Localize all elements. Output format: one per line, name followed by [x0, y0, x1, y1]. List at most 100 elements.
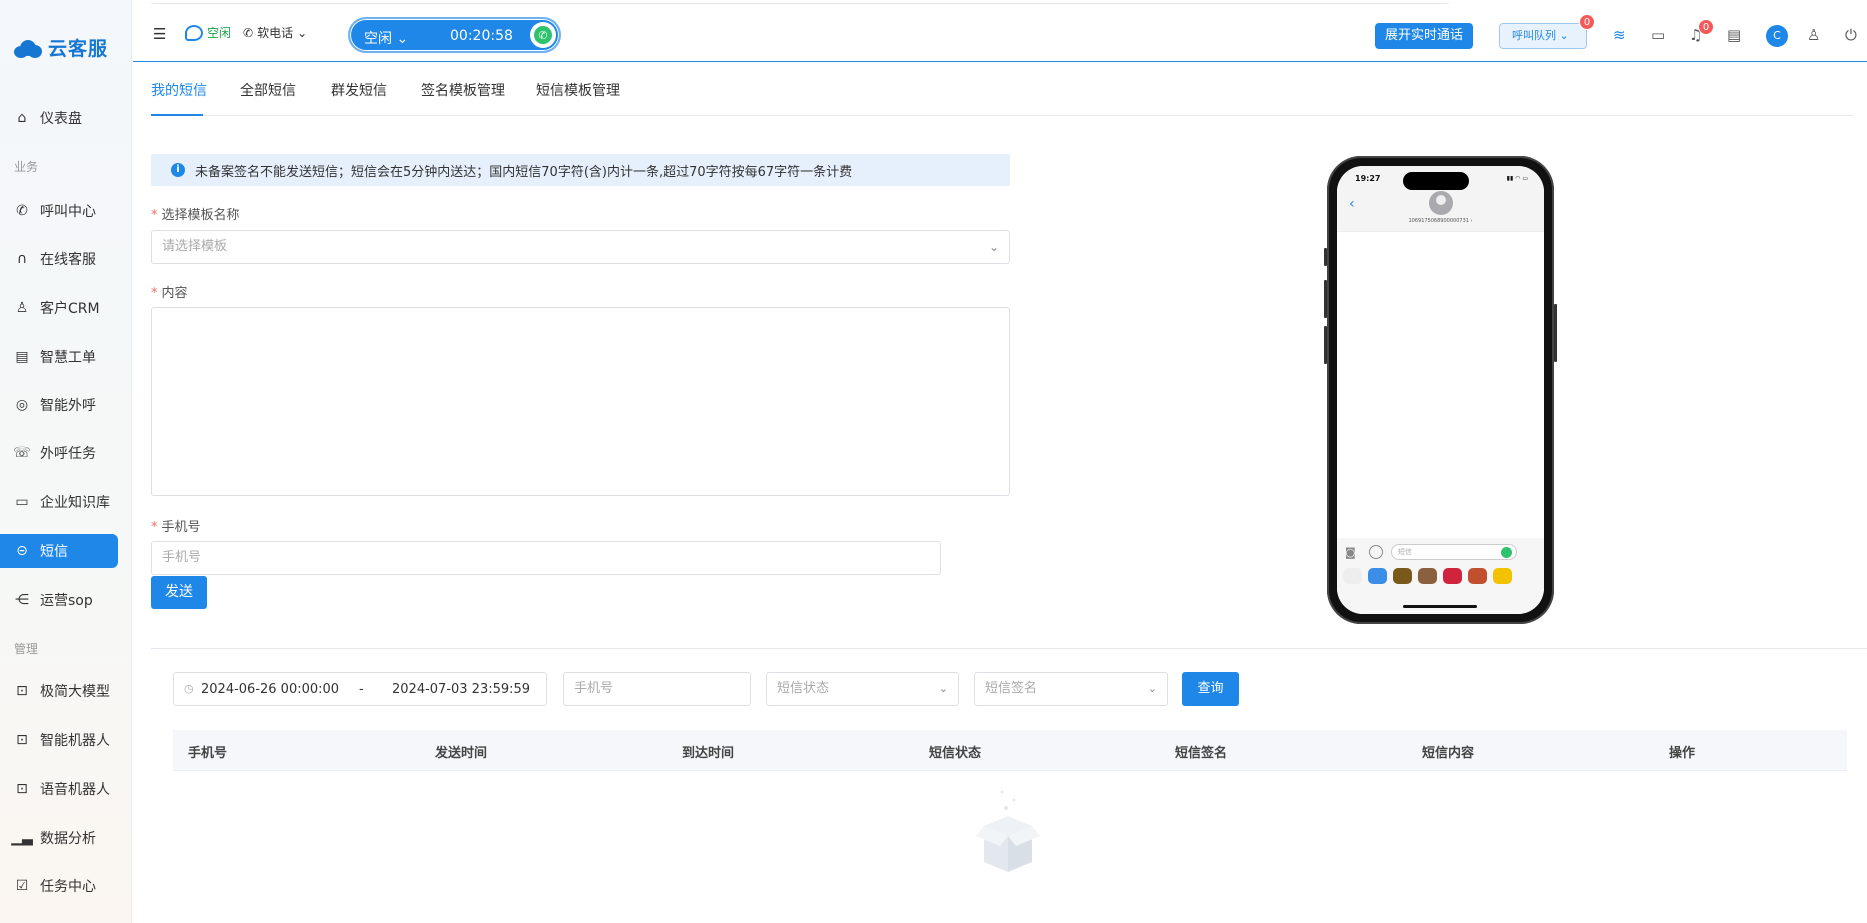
robot-icon: ⊡ [16, 732, 28, 748]
notify-badge: 0 [1698, 19, 1714, 35]
tab-my-sms[interactable]: 我的短信 [151, 80, 207, 100]
expand-realtime-call-button[interactable]: 展开实时通话 [1375, 23, 1474, 49]
date-end: 2024-07-03 23:59:59 [392, 682, 531, 697]
date-separator: - [359, 682, 364, 697]
column-header: 到达时间 [682, 746, 735, 761]
sidebar-item-label: 仪表盘 [40, 111, 82, 127]
tab-signature-template[interactable]: 签名模板管理 [421, 80, 505, 100]
phone-time: 19:27 [1355, 174, 1381, 183]
wifi-icon[interactable]: ≋ [1613, 26, 1626, 44]
queue-badge: 0 [1579, 14, 1595, 30]
chevron-down-icon: ⌄ [297, 25, 308, 40]
date-range-picker[interactable]: ◷ 2024-06-26 00:00:00 - 2024-07-03 23:59… [173, 672, 547, 706]
table-header: 手机号 发送时间 到达时间 短信状态 短信签名 短信内容 操作 [173, 730, 1847, 771]
tab-active-indicator [151, 114, 203, 116]
robot-icon: ⊡ [16, 781, 28, 797]
tab-bulk-sms[interactable]: 群发短信 [331, 80, 387, 100]
home-icon: ⌂ [17, 110, 27, 126]
sidebar-item-label: 运营sop [40, 593, 93, 609]
sidebar-item-task-center[interactable]: ☑ 任务中心 [0, 869, 118, 903]
sidebar-item-online-service[interactable]: ∩ 在线客服 [0, 242, 118, 276]
message-input: 短信 [1391, 544, 1517, 560]
call-state-dropdown[interactable]: 空闲 ⌄ [364, 28, 408, 48]
document-icon[interactable]: ▤ [1727, 26, 1741, 44]
sidebar-item-label: 在线客服 [40, 252, 96, 268]
phone-input[interactable]: 手机号 [151, 541, 941, 575]
contact-avatar-icon [1429, 191, 1453, 215]
flow-icon: ⋲ [15, 592, 29, 608]
search-phone-input[interactable]: 手机号 [563, 672, 751, 706]
column-header: 短信状态 [929, 746, 982, 761]
column-header: 短信内容 [1422, 746, 1475, 761]
sidebar-item-label: 智能外呼 [40, 398, 96, 414]
sidebar-item-voice-robot[interactable]: ⊡ 语音机器人 [0, 772, 118, 806]
sidebar-item-analytics[interactable]: ▁▃ 数据分析 [0, 821, 118, 855]
sms-sign-select[interactable]: 短信签名 ⌄ [974, 672, 1168, 706]
sidebar-item-call-center[interactable]: ✆ 呼叫中心 [0, 194, 118, 228]
sms-status-select[interactable]: 短信状态 ⌄ [766, 672, 959, 706]
header: ☰ 空闲 ✆ 软电话 ⌄ 空闲 ⌄ 00:20:58 ✆ 展开实时通话 呼叫队列… [133, 0, 1867, 62]
logo: 云客服 [12, 34, 108, 61]
template-select[interactable]: 请选择模板 ⌄ [151, 230, 1010, 264]
chevron-down-icon: ⌄ [1147, 682, 1157, 695]
tab-sms-template[interactable]: 短信模板管理 [536, 80, 620, 100]
phone-screen: 19:27 ▮▮ ◠ ▭ ‹ 1069175068900000731 › ◙ 短… [1337, 166, 1544, 614]
headset-icon: ∩ [16, 251, 28, 267]
brand-name: 云客服 [48, 38, 109, 60]
sender-number: 1069175068900000731 › [1408, 218, 1473, 224]
query-button[interactable]: 查询 [1182, 672, 1239, 706]
power-icon[interactable]: ⏻ [1845, 26, 1857, 44]
notice-alert: i 未备案签名不能发送短信；短信会在5分钟内送达；国内短信70字符(含)内计一条… [151, 154, 1010, 186]
phone-icon: ✆ [16, 203, 28, 219]
sidebar-item-label: 任务中心 [40, 879, 96, 895]
chart-icon: ▁▃ [11, 830, 33, 846]
column-header: 发送时间 [435, 746, 488, 761]
sidebar-item-sop[interactable]: ⋲ 运营sop [0, 583, 118, 617]
sidebar-item-smart-robot[interactable]: ⊡ 智能机器人 [0, 723, 118, 757]
book-icon: ▭ [15, 494, 29, 510]
document-icon: ▤ [15, 349, 29, 365]
call-timer: 00:20:58 [450, 28, 513, 44]
sms-icon: ⊝ [16, 543, 28, 559]
sidebar-item-label: 企业知识库 [40, 495, 110, 511]
content-textarea[interactable] [151, 307, 1010, 496]
sidebar-item-label: 智能机器人 [40, 733, 110, 749]
sidebar-item-llm[interactable]: ⊡ 极简大模型 [0, 674, 118, 708]
clock-icon: ◷ [184, 682, 194, 695]
answer-call-button[interactable]: ✆ [530, 22, 556, 48]
sidebar-item-knowledge[interactable]: ▭ 企业知识库 [0, 485, 118, 519]
info-icon: i [171, 163, 185, 177]
book-icon[interactable]: ▭ [1651, 26, 1665, 44]
sidebar-item-smart-outbound[interactable]: ◎ 智能外呼 [0, 388, 118, 422]
send-button[interactable]: 发送 [151, 576, 207, 609]
signal-icon: ▮▮ ◠ ▭ [1506, 175, 1528, 182]
tab-all-sms[interactable]: 全部短信 [240, 80, 296, 100]
call-queue-dropdown[interactable]: 呼叫队列 ⌄ [1499, 23, 1587, 49]
sidebar: 云客服 ⌂ 仪表盘 业务 ✆ 呼叫中心 ∩ 在线客服 ♙ 客户CRM ▤ 智慧工… [0, 0, 132, 923]
appstore-icon [1369, 545, 1383, 559]
sidebar-item-outbound-task[interactable]: ☏ 外呼任务 [0, 436, 118, 470]
sidebar-item-label: 极简大模型 [40, 684, 110, 700]
check-icon: ☑ [15, 878, 29, 894]
user-icon[interactable]: ♙ [1807, 26, 1820, 44]
avatar[interactable]: C [1766, 25, 1788, 47]
sidebar-item-label: 数据分析 [40, 831, 96, 847]
sidebar-item-label: 外呼任务 [40, 446, 96, 462]
divider [151, 648, 1867, 649]
sidebar-item-dashboard[interactable]: ⌂ 仪表盘 [0, 101, 118, 135]
column-header: 短信签名 [1175, 746, 1228, 761]
phone-icon: ✆ [534, 26, 552, 44]
phone-mode-text: 软电话 [257, 26, 294, 40]
agent-status[interactable]: 空闲 ✆ 软电话 ⌄ [185, 24, 307, 41]
call-bar: 空闲 ⌄ 00:20:58 ✆ [348, 17, 561, 53]
chat-status-icon [185, 24, 203, 41]
phone-preview: 19:27 ▮▮ ◠ ▭ ‹ 1069175068900000731 › ◙ 短… [1324, 156, 1557, 624]
sidebar-item-crm[interactable]: ♙ 客户CRM [0, 291, 118, 325]
sidebar-item-label: 语音机器人 [40, 782, 110, 798]
sidebar-item-ticket[interactable]: ▤ 智慧工单 [0, 340, 118, 374]
column-header: 操作 [1669, 746, 1696, 761]
phone-icon: ✆ [243, 25, 254, 40]
menu-toggle-icon[interactable]: ☰ [153, 25, 166, 43]
sidebar-item-sms[interactable]: ⊝ 短信 [0, 534, 118, 568]
column-header: 手机号 [188, 746, 228, 761]
